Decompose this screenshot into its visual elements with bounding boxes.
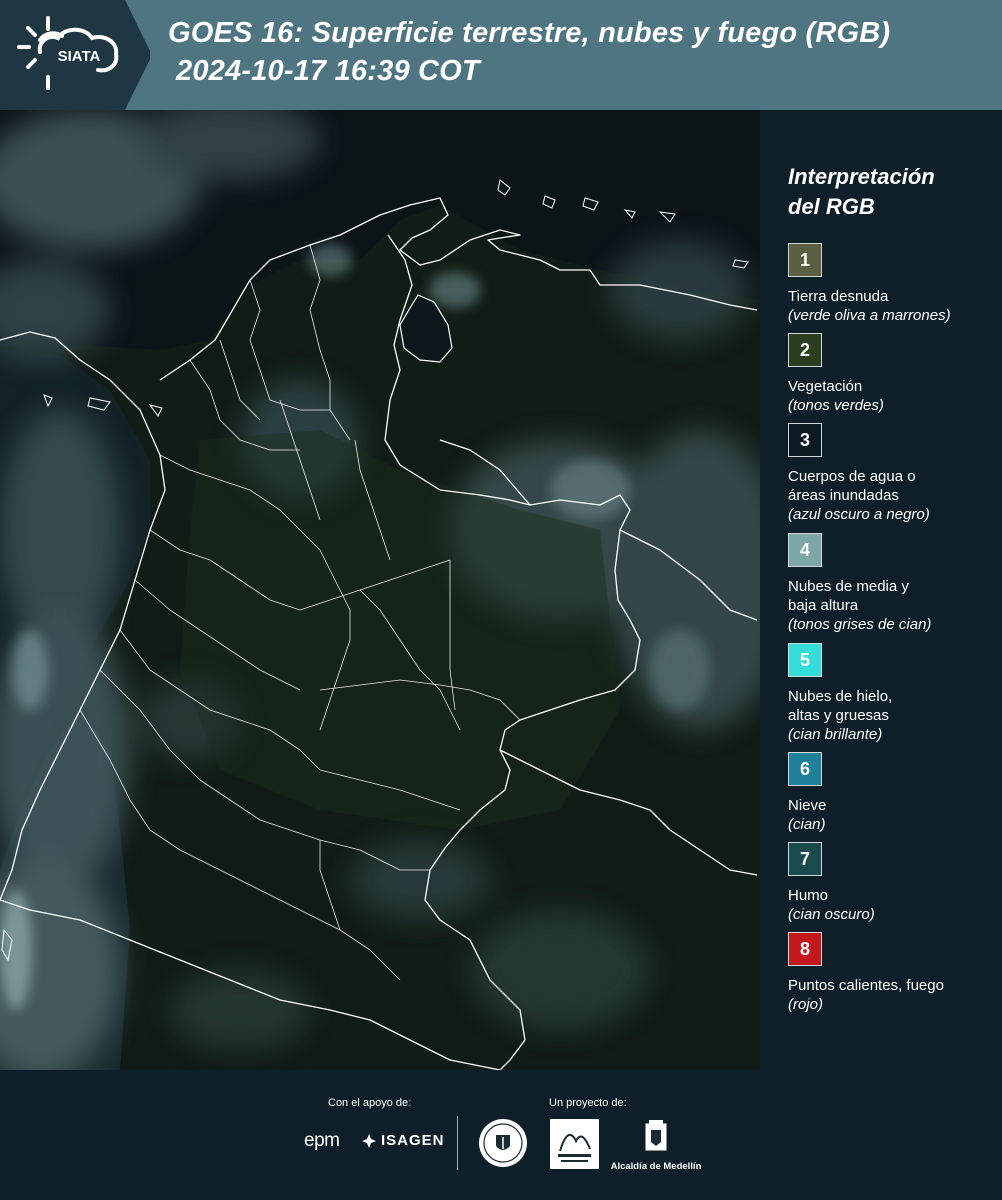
legend-item-1: 1 Tierra desnuda (verde oliva a marrones… <box>788 243 998 325</box>
legend-note-4: (tonos grises de cian) <box>788 616 932 633</box>
legend-note-2: (tonos verdes) <box>788 397 884 414</box>
legend-swatch-3: 3 <box>788 423 822 457</box>
logo-text: SIATA <box>58 48 101 65</box>
legend-label-1: Tierra desnuda <box>788 288 889 305</box>
legend-note-5: (cian brillante) <box>788 726 883 743</box>
isagen-mark-icon <box>362 1133 376 1148</box>
satellite-map-image <box>0 110 760 1070</box>
university-seal-icon[interactable] <box>478 1118 528 1168</box>
legend-note-3: (azul oscuro a negro) <box>788 506 930 523</box>
siata-logo[interactable]: SIATA <box>0 0 150 110</box>
legend-swatch-7: 7 <box>788 842 822 876</box>
area-metropolitana-logo[interactable] <box>550 1119 599 1169</box>
legend-label-2: Vegetación <box>788 378 863 395</box>
legend-title-line-1: Interpretación <box>788 164 935 189</box>
legend-item-3: 3 Cuerpos de agua o áreas inundadas (azu… <box>788 423 998 524</box>
epm-logo[interactable]: epm <box>304 1130 340 1152</box>
legend-label-4b: baja altura <box>788 597 859 614</box>
legend-note-6: (cian) <box>788 816 826 833</box>
header-bar: SIATA GOES 16: Superficie terrestre, nub… <box>0 0 1002 110</box>
support-caption: Con el apoyo de: <box>328 1097 412 1109</box>
legend-title: Interpretación del RGB <box>788 162 988 222</box>
legend-note-7: (cian oscuro) <box>788 906 875 923</box>
legend-label-4a: Nubes de media y <box>788 578 909 595</box>
legend-panel: Interpretación del RGB 1 Tierra desnuda … <box>775 110 1002 1070</box>
legend-label-3b: áreas inundadas <box>788 487 899 504</box>
isagen-logo[interactable]: ISAGEN <box>361 1132 445 1149</box>
legend-note-1: (verde oliva a marrones) <box>788 307 951 324</box>
legend-item-5: 5 Nubes de hielo, altas y gruesas (cian … <box>788 643 998 744</box>
legend-note-8: (rojo) <box>788 996 824 1013</box>
legend-item-7: 7 Humo (cian oscuro) <box>788 842 998 924</box>
legend-label-5b: altas y gruesas <box>788 707 889 724</box>
legend-label-6: Nieve <box>788 797 827 814</box>
siata-logo-graphic: SIATA <box>0 0 150 110</box>
legend-swatch-2: 2 <box>788 333 822 367</box>
footer-divider <box>457 1116 458 1170</box>
medellin-shield-icon <box>645 1120 667 1151</box>
legend-label-8: Puntos calientes, fuego <box>788 977 944 994</box>
legend-swatch-6: 6 <box>788 752 822 786</box>
legend-label-7: Humo <box>788 887 829 904</box>
project-caption: Un proyecto de: <box>549 1097 627 1109</box>
legend-item-4: 4 Nubes de media y baja altura (tonos gr… <box>788 533 998 634</box>
legend-item-2: 2 Vegetación (tonos verdes) <box>788 333 998 415</box>
alcaldia-label: Alcaldía de Medellín <box>610 1161 702 1172</box>
alcaldia-medellin-logo[interactable]: Alcaldía de Medellín <box>610 1118 702 1172</box>
legend-item-8: 8 Puntos calientes, fuego (rojo) <box>788 932 998 1014</box>
isagen-logo-text: ISAGEN <box>381 1132 445 1149</box>
legend-label-3a: Cuerpos de agua o <box>788 468 916 485</box>
legend-item-6: 6 Nieve (cian) <box>788 752 998 834</box>
title-line-2: 2024-10-17 16:39 COT <box>176 55 480 87</box>
legend-title-line-2: del RGB <box>788 194 875 219</box>
legend-swatch-5: 5 <box>788 643 822 677</box>
satellite-map[interactable] <box>0 110 760 1070</box>
legend-swatch-4: 4 <box>788 533 822 567</box>
footer-bar: Con el apoyo de: Un proyecto de: epm ISA… <box>0 1070 1002 1200</box>
legend-label-5a: Nubes de hielo, <box>788 688 893 705</box>
legend-swatch-8: 8 <box>788 932 822 966</box>
title-line-1: GOES 16: Superficie terrestre, nubes y f… <box>168 17 891 49</box>
legend-swatch-1: 1 <box>788 243 822 277</box>
page-title: GOES 16: Superficie terrestre, nubes y f… <box>168 14 890 90</box>
